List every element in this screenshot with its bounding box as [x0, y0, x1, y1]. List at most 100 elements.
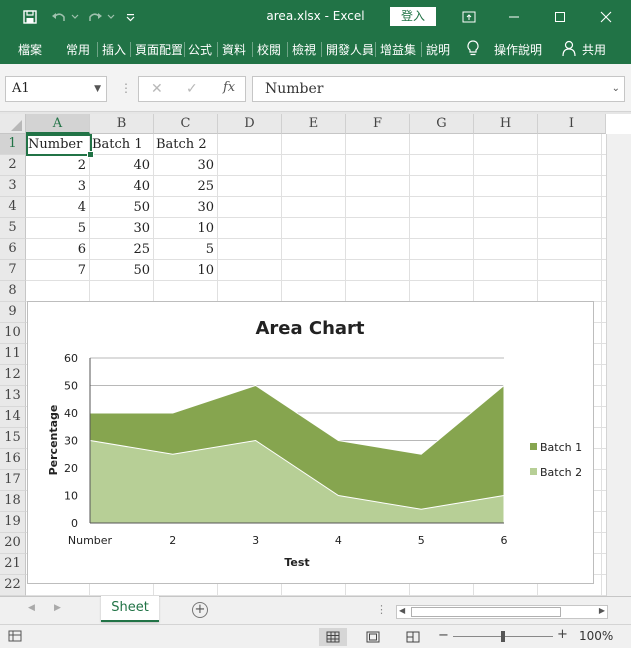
- tab-splitter-icon[interactable]: ⋮: [376, 603, 387, 616]
- row-header-13[interactable]: 13: [0, 386, 26, 407]
- prev-sheet-icon[interactable]: ◀: [28, 603, 35, 613]
- data-cell[interactable]: 5: [26, 218, 90, 239]
- column-header-c[interactable]: C: [154, 114, 218, 134]
- tab-formulas[interactable]: 公式: [188, 41, 212, 58]
- redo-dropdown-icon[interactable]: [106, 7, 116, 27]
- zoom-level[interactable]: 100%: [579, 629, 613, 643]
- row-header-3[interactable]: 3: [0, 176, 26, 197]
- login-button[interactable]: 登入: [390, 7, 436, 26]
- vertical-scrollbar[interactable]: [606, 134, 631, 596]
- row-header-19[interactable]: 19: [0, 512, 26, 533]
- normal-view-icon[interactable]: [319, 628, 347, 646]
- customize-toolbar-icon[interactable]: [124, 7, 136, 27]
- row-header-7[interactable]: 7: [0, 260, 26, 281]
- row-header-21[interactable]: 21: [0, 554, 26, 575]
- share-button[interactable]: 共用: [582, 41, 606, 58]
- row-header-6[interactable]: 6: [0, 239, 26, 260]
- row-header-15[interactable]: 15: [0, 428, 26, 449]
- page-layout-view-icon[interactable]: [359, 628, 387, 646]
- confirm-icon[interactable]: ✓: [186, 81, 198, 97]
- chart-legend[interactable]: Batch 1 Batch 2: [530, 441, 582, 479]
- share-person-icon[interactable]: [562, 40, 577, 60]
- data-cell[interactable]: 30: [90, 218, 154, 239]
- row-header-12[interactable]: 12: [0, 365, 26, 386]
- data-cell[interactable]: 2: [26, 155, 90, 176]
- row-header-22[interactable]: 22: [0, 575, 26, 596]
- minimize-icon[interactable]: [503, 6, 525, 28]
- tab-home[interactable]: 常用: [66, 41, 90, 58]
- row-header-14[interactable]: 14: [0, 407, 26, 428]
- select-all-corner[interactable]: [0, 114, 26, 134]
- column-header-g[interactable]: G: [410, 114, 474, 134]
- sheet-tab[interactable]: Sheet: [101, 596, 159, 622]
- zoom-out-icon[interactable]: −: [438, 628, 449, 643]
- tab-data[interactable]: 資料: [222, 41, 246, 58]
- more-options-icon[interactable]: ⋮: [120, 81, 132, 95]
- column-header-f[interactable]: F: [346, 114, 410, 134]
- area-chart[interactable]: Area Chart 0 10 20 30 40 50 60 Number 2 3 4 5 6 Tes…: [27, 301, 594, 584]
- zoom-slider-thumb[interactable]: [501, 631, 505, 642]
- tab-help[interactable]: 說明: [426, 41, 450, 58]
- tab-page-layout[interactable]: 頁面配置: [135, 41, 182, 58]
- row-header-17[interactable]: 17: [0, 470, 26, 491]
- header-cell[interactable]: Batch 1: [90, 134, 154, 155]
- column-header-d[interactable]: D: [218, 114, 282, 134]
- data-cell[interactable]: 50: [90, 197, 154, 218]
- maximize-icon[interactable]: [549, 6, 571, 28]
- tab-developer[interactable]: 開發人員: [326, 41, 373, 58]
- formula-input[interactable]: Number ⌄: [252, 76, 625, 102]
- data-cell[interactable]: 40: [90, 155, 154, 176]
- close-icon[interactable]: [595, 6, 617, 28]
- data-cell[interactable]: 30: [154, 155, 218, 176]
- next-sheet-icon[interactable]: ▶: [54, 603, 61, 613]
- zoom-in-icon[interactable]: +: [557, 627, 568, 642]
- scroll-left-icon[interactable]: ◀: [399, 606, 405, 615]
- column-header-b[interactable]: B: [90, 114, 154, 134]
- save-icon[interactable]: [20, 7, 40, 27]
- tab-review[interactable]: 校閱: [257, 41, 281, 58]
- data-cell[interactable]: 40: [90, 176, 154, 197]
- scroll-thumb[interactable]: [411, 607, 561, 617]
- ribbon-display-options-icon[interactable]: [458, 6, 480, 28]
- data-cell[interactable]: 25: [154, 176, 218, 197]
- redo-icon[interactable]: [86, 7, 104, 27]
- row-header-1[interactable]: 1: [0, 134, 26, 155]
- row-header-4[interactable]: 4: [0, 197, 26, 218]
- insert-function-icon[interactable]: fx: [223, 80, 235, 95]
- data-cell[interactable]: 30: [154, 197, 218, 218]
- data-cell[interactable]: 25: [90, 239, 154, 260]
- row-header-5[interactable]: 5: [0, 218, 26, 239]
- row-header-2[interactable]: 2: [0, 155, 26, 176]
- row-header-8[interactable]: 8: [0, 281, 26, 302]
- add-sheet-icon[interactable]: +: [192, 602, 208, 618]
- page-break-view-icon[interactable]: [399, 628, 427, 646]
- row-header-16[interactable]: 16: [0, 449, 26, 470]
- tab-view[interactable]: 檢視: [292, 41, 316, 58]
- undo-dropdown-icon[interactable]: [70, 7, 80, 27]
- row-header-9[interactable]: 9: [0, 302, 26, 323]
- data-cell[interactable]: 3: [26, 176, 90, 197]
- data-cell[interactable]: 10: [154, 218, 218, 239]
- expand-formula-icon[interactable]: ⌄: [612, 77, 620, 101]
- row-header-11[interactable]: 11: [0, 344, 26, 365]
- data-cell[interactable]: 7: [26, 260, 90, 281]
- data-cell[interactable]: 4: [26, 197, 90, 218]
- column-header-a[interactable]: A: [26, 114, 90, 134]
- column-header-e[interactable]: E: [282, 114, 346, 134]
- row-header-10[interactable]: 10: [0, 323, 26, 344]
- tab-file[interactable]: 檔案: [18, 41, 42, 58]
- column-header-i[interactable]: I: [538, 114, 606, 134]
- data-cell[interactable]: 6: [26, 239, 90, 260]
- chevron-down-icon[interactable]: ▼: [94, 77, 101, 101]
- lightbulb-icon[interactable]: [466, 40, 480, 60]
- cancel-icon[interactable]: ✕: [151, 81, 163, 97]
- header-cell[interactable]: Batch 2: [154, 134, 218, 155]
- scroll-right-icon[interactable]: ▶: [599, 606, 605, 615]
- undo-icon[interactable]: [50, 7, 68, 27]
- tab-add-ins[interactable]: 增益集: [380, 41, 416, 58]
- row-header-20[interactable]: 20: [0, 533, 26, 554]
- data-cell[interactable]: 10: [154, 260, 218, 281]
- data-cell[interactable]: 50: [90, 260, 154, 281]
- column-header-h[interactable]: H: [474, 114, 538, 134]
- data-cell[interactable]: 5: [154, 239, 218, 260]
